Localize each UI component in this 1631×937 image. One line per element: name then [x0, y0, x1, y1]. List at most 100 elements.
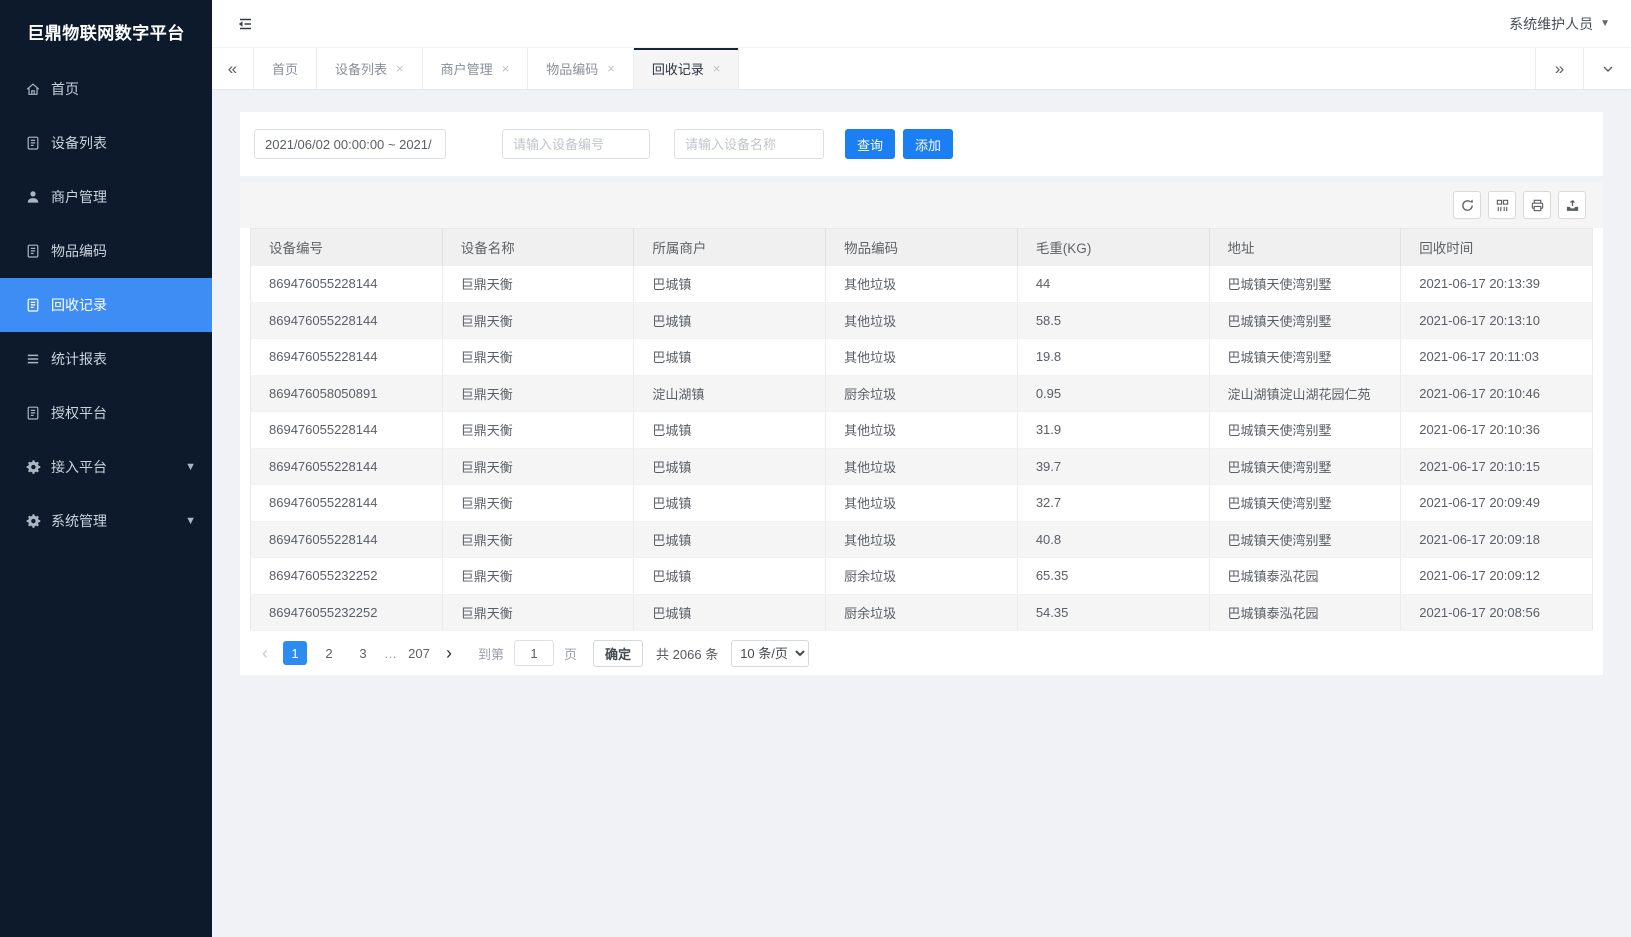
- table-cell: 厨余垃圾: [826, 558, 1018, 595]
- page-number-207[interactable]: 207: [407, 641, 431, 665]
- tabs-scroll-right-icon[interactable]: »: [1535, 48, 1583, 89]
- table-cell: 其他垃圾: [826, 266, 1018, 303]
- goto-page-input[interactable]: [514, 640, 554, 666]
- sidebar-item-item-code[interactable]: 物品编码: [0, 224, 212, 278]
- table-row[interactable]: 869476055228144巨鼎天衡巴城镇其他垃圾40.8巴城镇天使湾别墅20…: [251, 521, 1593, 558]
- table-row[interactable]: 869476055232252巨鼎天衡巴城镇厨余垃圾54.35巴城镇泰泓花园20…: [251, 594, 1593, 631]
- table-cell: 巴城镇天使湾别墅: [1209, 266, 1401, 303]
- table-row[interactable]: 869476055228144巨鼎天衡巴城镇其他垃圾58.5巴城镇天使湾别墅20…: [251, 302, 1593, 339]
- columns-setting-icon[interactable]: [1488, 191, 1516, 219]
- tab-recycle-record[interactable]: 回收记录×: [634, 48, 740, 89]
- column-header: 回收时间: [1401, 229, 1593, 266]
- sidebar: 巨鼎物联网数字平台 首页设备列表商户管理物品编码回收记录统计报表授权平台接入平台…: [0, 0, 212, 937]
- add-button[interactable]: 添加: [903, 129, 953, 159]
- home-icon: [24, 81, 41, 98]
- table-cell: 巴城镇: [634, 448, 826, 485]
- sidebar-item-merchant-manage[interactable]: 商户管理: [0, 170, 212, 224]
- next-page-icon[interactable]: ›: [436, 641, 462, 665]
- table-cell: 869476055232252: [251, 558, 443, 595]
- table-cell: 淀山湖镇: [634, 375, 826, 412]
- table-cell: 869476055228144: [251, 302, 443, 339]
- table-row[interactable]: 869476055228144巨鼎天衡巴城镇其他垃圾32.7巴城镇天使湾别墅20…: [251, 485, 1593, 522]
- sidebar-item-label: 系统管理: [51, 511, 107, 531]
- table-cell: 巨鼎天衡: [442, 339, 634, 376]
- table-row[interactable]: 869476055228144巨鼎天衡巴城镇其他垃圾44巴城镇天使湾别墅2021…: [251, 266, 1593, 303]
- sidebar-item-label: 接入平台: [51, 457, 107, 477]
- records-table-wrap: 设备编号设备名称所属商户物品编码毛重(KG)地址回收时间 86947605522…: [240, 228, 1603, 631]
- tab-merchant-manage[interactable]: 商户管理 ×: [423, 48, 529, 89]
- table-cell: 巴城镇: [634, 485, 826, 522]
- sidebar-item-recycle-record[interactable]: 回收记录: [0, 278, 212, 332]
- sidebar-item-home[interactable]: 首页: [0, 62, 212, 116]
- page-size-select[interactable]: 10 条/页: [731, 640, 809, 667]
- tab-home[interactable]: 首页: [254, 48, 317, 89]
- table-cell: 巴城镇: [634, 594, 826, 631]
- sidebar-item-stats-report[interactable]: 统计报表: [0, 332, 212, 386]
- sidebar-item-access-platform[interactable]: 接入平台▼: [0, 440, 212, 494]
- table-cell: 869476055232252: [251, 594, 443, 631]
- table-cell: 巨鼎天衡: [442, 558, 634, 595]
- table-row[interactable]: 869476055232252巨鼎天衡巴城镇厨余垃圾65.35巴城镇泰泓花园20…: [251, 558, 1593, 595]
- table-cell: 巨鼎天衡: [442, 412, 634, 449]
- device-name-input[interactable]: [674, 129, 824, 159]
- sidebar-nav: 首页设备列表商户管理物品编码回收记录统计报表授权平台接入平台▼系统管理▼: [0, 62, 212, 548]
- clipboard-icon: [24, 297, 41, 314]
- table-row[interactable]: 869476055228144巨鼎天衡巴城镇其他垃圾19.8巴城镇天使湾别墅20…: [251, 339, 1593, 376]
- filter-panel: 查询 添加: [240, 112, 1603, 176]
- user-menu[interactable]: 系统维护人员 ▼: [1509, 14, 1610, 34]
- table-cell: 2021-06-17 20:10:36: [1401, 412, 1593, 449]
- table-cell: 巴城镇天使湾别墅: [1209, 448, 1401, 485]
- table-cell: 2021-06-17 20:09:49: [1401, 485, 1593, 522]
- goto-label: 到第: [478, 644, 504, 663]
- tab-label: 商户管理: [441, 59, 493, 78]
- device-no-input[interactable]: [502, 129, 650, 159]
- date-range-input[interactable]: [254, 129, 446, 159]
- table-cell: 39.7: [1017, 448, 1209, 485]
- tabs-scroll-left-icon[interactable]: «: [212, 48, 254, 89]
- page-number-2[interactable]: 2: [317, 641, 341, 665]
- goto-confirm-button[interactable]: 确定: [593, 640, 643, 667]
- close-tab-icon[interactable]: ×: [607, 62, 615, 75]
- table-cell: 869476055228144: [251, 521, 443, 558]
- sidebar-item-system-manage[interactable]: 系统管理▼: [0, 494, 212, 548]
- table-cell: 869476055228144: [251, 485, 443, 522]
- tab-item-code[interactable]: 物品编码×: [528, 48, 634, 89]
- table-cell: 巴城镇: [634, 521, 826, 558]
- query-button[interactable]: 查询: [845, 129, 895, 159]
- sidebar-item-label: 统计报表: [51, 349, 107, 369]
- table-cell: 巴城镇: [634, 412, 826, 449]
- app-title: 巨鼎物联网数字平台: [0, 0, 212, 62]
- table-cell: 869476055228144: [251, 266, 443, 303]
- table-cell: 巴城镇天使湾别墅: [1209, 521, 1401, 558]
- total-count-label: 共 2066 条: [656, 644, 718, 663]
- tabs-menu-icon[interactable]: [1583, 48, 1631, 89]
- table-row[interactable]: 869476055228144巨鼎天衡巴城镇其他垃圾31.9巴城镇天使湾别墅20…: [251, 412, 1593, 449]
- sidebar-item-label: 设备列表: [51, 133, 107, 153]
- prev-page-icon[interactable]: ‹: [252, 641, 278, 665]
- table-row[interactable]: 869476055228144巨鼎天衡巴城镇其他垃圾39.7巴城镇天使湾别墅20…: [251, 448, 1593, 485]
- user-role-label: 系统维护人员: [1509, 14, 1593, 34]
- export-icon[interactable]: [1558, 191, 1586, 219]
- close-tab-icon[interactable]: ×: [713, 62, 721, 75]
- print-icon[interactable]: [1523, 191, 1551, 219]
- table-cell: 巴城镇泰泓花园: [1209, 594, 1401, 631]
- page-number-list: 123…207: [278, 641, 436, 665]
- table-row[interactable]: 869476058050891巨鼎天衡淀山湖镇厨余垃圾0.95淀山湖镇淀山湖花园…: [251, 375, 1593, 412]
- close-tab-icon[interactable]: ×: [502, 62, 510, 75]
- page-number-1[interactable]: 1: [283, 641, 307, 665]
- close-tab-icon[interactable]: ×: [396, 62, 404, 75]
- sidebar-item-device-list[interactable]: 设备列表: [0, 116, 212, 170]
- table-cell: 巨鼎天衡: [442, 594, 634, 631]
- table-cell: 32.7: [1017, 485, 1209, 522]
- tab-device-list[interactable]: 设备列表×: [317, 48, 423, 89]
- refresh-icon[interactable]: [1453, 191, 1481, 219]
- tabs-list: 首页设备列表×商户管理×物品编码×回收记录×: [254, 48, 739, 89]
- collapse-sidebar-icon[interactable]: [234, 13, 256, 35]
- gear-icon: [24, 459, 41, 476]
- tab-label: 首页: [272, 59, 298, 78]
- sidebar-item-label: 物品编码: [51, 241, 107, 261]
- page-number-3[interactable]: 3: [351, 641, 375, 665]
- table-cell: 其他垃圾: [826, 448, 1018, 485]
- table-cell: 其他垃圾: [826, 302, 1018, 339]
- sidebar-item-auth-platform[interactable]: 授权平台: [0, 386, 212, 440]
